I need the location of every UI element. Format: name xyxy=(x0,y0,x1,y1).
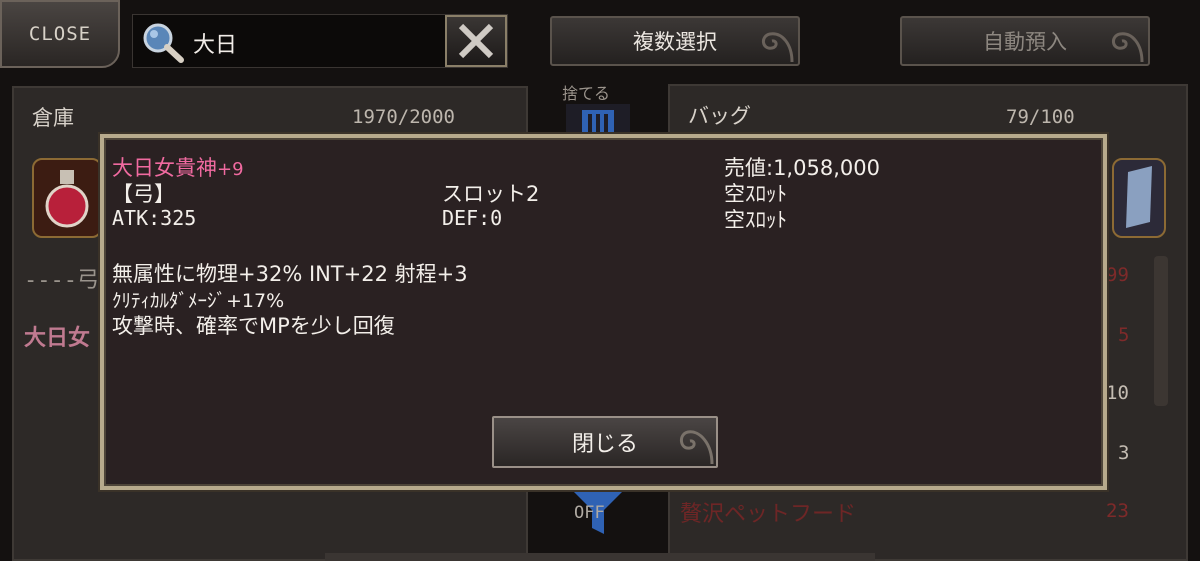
search-input[interactable]: 大日 xyxy=(193,27,237,59)
bg-count: 5 xyxy=(1118,324,1130,346)
bg-item-name: 贅沢ペットフード xyxy=(680,502,857,527)
atk-stat: ATK:325 xyxy=(112,206,197,230)
item-detail-dialog: 大日女貴神+9 【弓】 ATK:325 スロット2 DEF:0 売値:1,058… xyxy=(100,134,1107,490)
potion-item-slot[interactable] xyxy=(32,158,102,238)
item-effect: 無属性に物理+32% INT+22 射程+3 xyxy=(112,262,468,286)
item-effect: ｸﾘﾃｨｶﾙﾀﾞﾒｰｼﾞ+17% xyxy=(112,290,285,312)
search-box[interactable]: 大日 xyxy=(132,14,508,68)
bg-item-name: 大日女 xyxy=(24,326,91,351)
bg-item-text: ----弓 xyxy=(24,268,99,293)
filter-status: OFF xyxy=(574,503,605,523)
swirl-ornament-icon xyxy=(1112,32,1144,63)
bg-count: 99 xyxy=(1106,264,1129,286)
crystal-icon xyxy=(1126,166,1152,228)
bg-count: 23 xyxy=(1106,500,1129,522)
potion-icon xyxy=(45,170,89,228)
enhance-level: +9 xyxy=(217,159,244,180)
item-name: 大日女貴神 xyxy=(112,156,217,180)
swirl-ornament-icon xyxy=(680,430,714,465)
slot-count: スロット2 xyxy=(442,182,540,206)
close-dialog-button[interactable]: 閉じる xyxy=(492,416,718,468)
bg-count: 3 xyxy=(1118,442,1130,464)
bag-title: バッグ xyxy=(688,104,751,128)
multi-select-button[interactable]: 複数選択 xyxy=(550,16,800,66)
bag-count: 79/100 xyxy=(1006,106,1075,128)
bottom-bar xyxy=(325,553,875,561)
weapon-type: 【弓】 xyxy=(112,182,175,206)
crystal-item-slot[interactable] xyxy=(1112,158,1166,238)
trash-icon[interactable] xyxy=(566,104,630,138)
item-effect: 攻撃時、確率でMPを少し回復 xyxy=(112,314,395,338)
warehouse-count: 1970/2000 xyxy=(352,106,455,128)
clear-search-button[interactable] xyxy=(445,15,507,67)
close-icon xyxy=(458,23,494,59)
bg-count: 10 xyxy=(1106,382,1129,404)
close-dialog-label: 閉じる xyxy=(571,432,638,457)
auto-deposit-label: 自動預入 xyxy=(983,30,1067,54)
discard-label: 捨てる xyxy=(562,84,611,103)
def-stat: DEF:0 xyxy=(442,206,503,230)
warehouse-title: 倉庫 xyxy=(32,106,74,130)
close-button[interactable]: CLOSE xyxy=(0,0,120,68)
multi-select-label: 複数選択 xyxy=(633,30,717,54)
scrollbar[interactable] xyxy=(1154,256,1168,406)
swirl-ornament-icon xyxy=(762,32,794,63)
search-icon xyxy=(139,20,187,64)
auto-deposit-button[interactable]: 自動預入 xyxy=(900,16,1150,66)
empty-slot: 空ｽﾛｯﾄ xyxy=(724,208,787,232)
